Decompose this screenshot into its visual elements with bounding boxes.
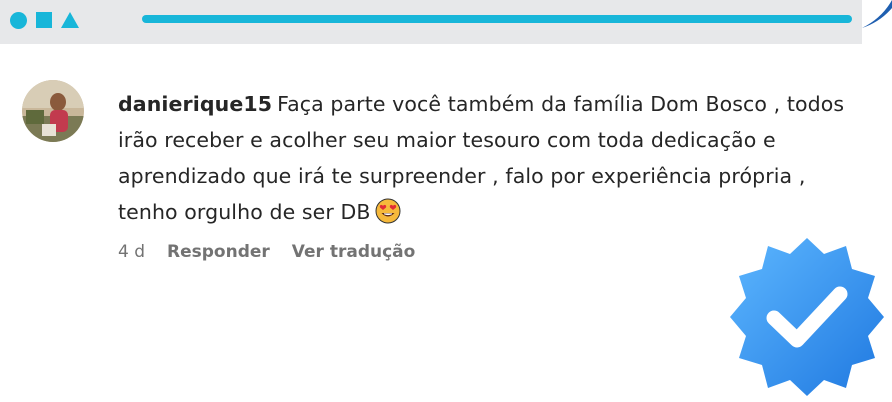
header-shapes: [10, 10, 79, 30]
see-translation-button[interactable]: Ver tradução: [292, 242, 416, 262]
circle-icon: [10, 11, 27, 29]
comment-text: danierique15 Faça parte você também da fa…: [118, 86, 858, 230]
avatar[interactable]: [22, 80, 84, 142]
username-link[interactable]: danierique15: [118, 92, 272, 116]
comment-timestamp: 4 d: [118, 242, 146, 262]
square-icon: [36, 12, 52, 28]
corner-swoosh-icon: [862, 0, 892, 28]
smiling-face-with-heart-eyes-icon: [375, 198, 401, 224]
avatar-image: [22, 80, 84, 142]
reply-button[interactable]: Responder: [167, 242, 270, 262]
verified-badge-icon: [730, 238, 884, 396]
header-accent-bar: [142, 15, 852, 23]
triangle-icon: [61, 12, 79, 28]
header-band: [0, 0, 862, 44]
